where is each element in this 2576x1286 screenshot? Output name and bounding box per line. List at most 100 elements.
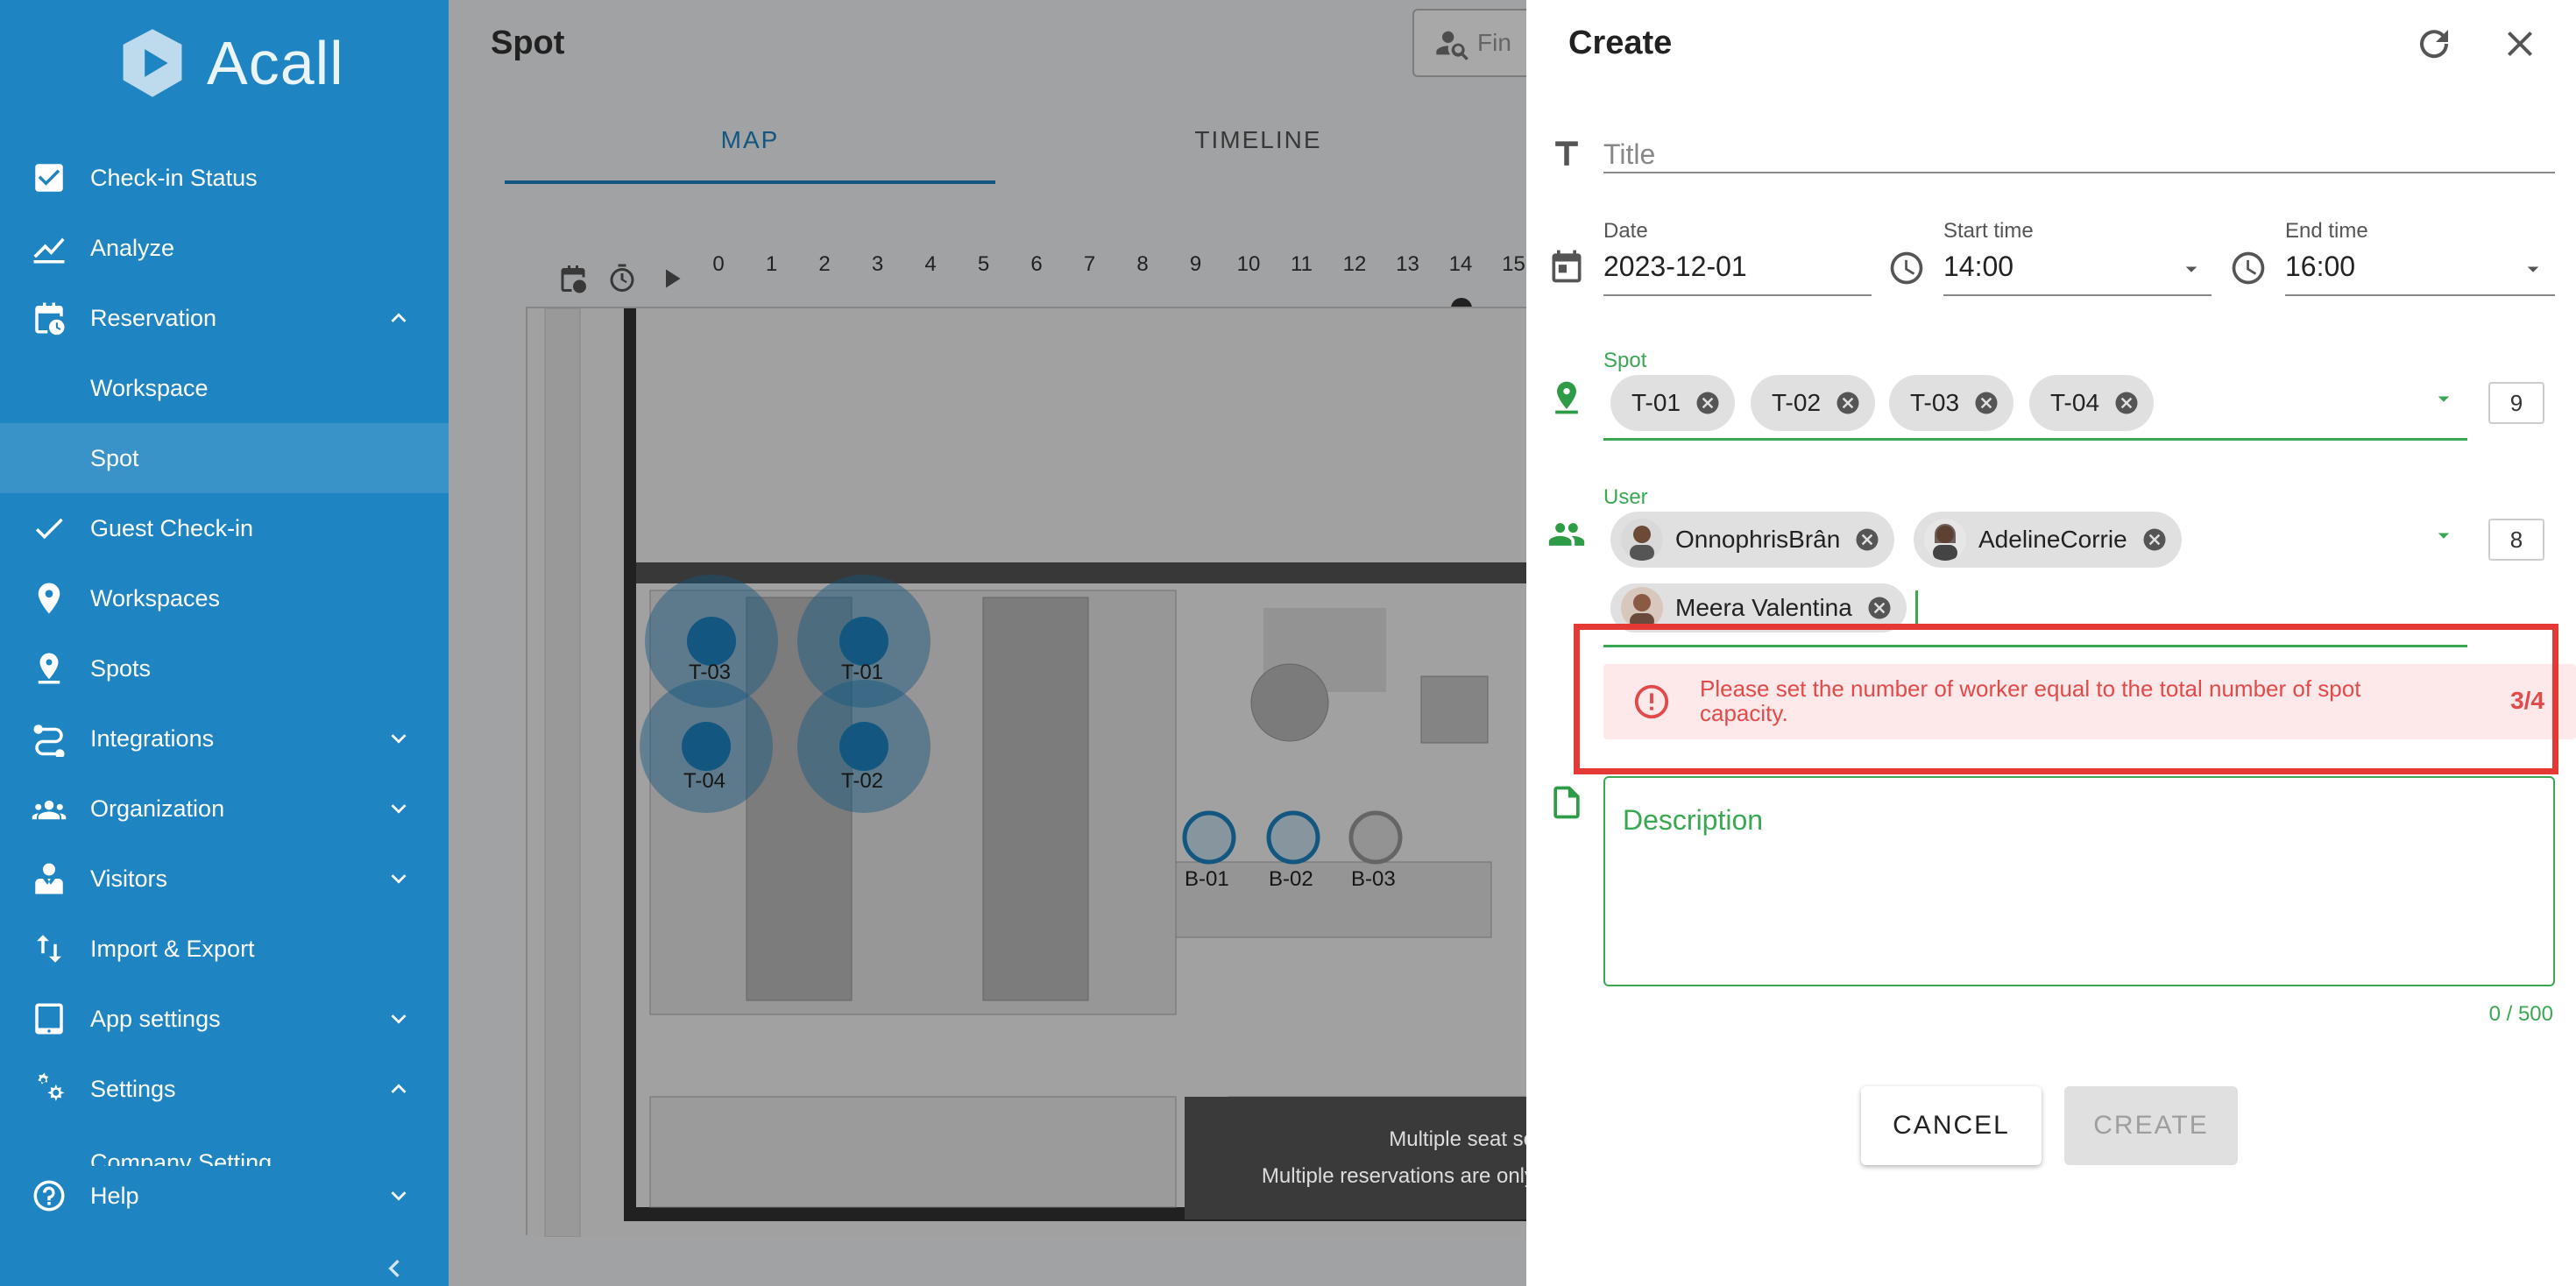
sidebar-item-check-in-status[interactable]: Check-in Status: [0, 143, 449, 213]
chip-label: T-02: [1772, 389, 1822, 416]
chevron-up-icon: [384, 303, 414, 333]
sidebar-item-company-setting[interactable]: Company Setting: [0, 1124, 449, 1166]
start-time-select[interactable]: 14:00: [1943, 251, 2013, 283]
visitor-icon: [30, 859, 68, 898]
user-chip[interactable]: AdelineCorrie: [1914, 512, 2182, 568]
spot-chip[interactable]: T-02: [1751, 375, 1876, 431]
description-textarea[interactable]: Description: [1603, 776, 2555, 986]
sidebar-item-reservation[interactable]: Reservation: [0, 283, 449, 353]
sidebar-item-label: Workspace: [90, 374, 209, 401]
highlight-frame: [1574, 624, 2558, 774]
sidebar-item-guest-check-in[interactable]: Guest Check-in: [0, 493, 449, 563]
chip-label: T-03: [1910, 389, 1960, 416]
sidebar-item-label: Organization: [90, 795, 225, 822]
remove-chip-icon[interactable]: [2141, 526, 2168, 553]
sidebar-item-spots[interactable]: Spots: [0, 633, 449, 703]
end-time-select[interactable]: 16:00: [2285, 251, 2355, 283]
sidebar-item-integrations[interactable]: Integrations: [0, 703, 449, 774]
clock-icon: [1887, 249, 1926, 287]
dropdown-arrow-icon[interactable]: [2431, 522, 2457, 548]
chevron-down-icon: [384, 724, 414, 753]
brand-name: Acall: [207, 29, 344, 97]
description-placeholder: Description: [1623, 804, 1764, 836]
remove-chip-icon[interactable]: [1695, 390, 1721, 416]
dropdown-arrow-icon[interactable]: [2178, 256, 2204, 282]
chip-label: T-01: [1631, 389, 1681, 416]
sidebar-item-label: Check-in Status: [90, 164, 258, 191]
sidebar-item-import-export[interactable]: Import & Export: [0, 914, 449, 984]
spot-chip[interactable]: T-01: [1610, 375, 1736, 431]
sidebar-item-app-settings[interactable]: App settings: [0, 984, 449, 1054]
remove-chip-icon[interactable]: [1973, 390, 1999, 416]
sidebar-item-analyze[interactable]: Analyze: [0, 213, 449, 283]
date-input[interactable]: 2023-12-01: [1603, 251, 1747, 283]
brand-logo[interactable]: Acall: [114, 23, 344, 103]
location-pin-icon: [30, 579, 68, 618]
title-input[interactable]: Title: [1603, 138, 1655, 171]
sidebar-item-label: Visitors: [90, 865, 168, 892]
date-label: Date: [1603, 219, 1648, 243]
sidebar-item-spot[interactable]: Spot: [0, 423, 449, 493]
sidebar-item-label: Settings: [90, 1075, 176, 1102]
sidebar-item-label: Spots: [90, 654, 152, 682]
sidebar-item-label: App settings: [90, 1005, 221, 1032]
info-toast: Multiple seat se Multiple reservations a…: [1185, 1097, 1535, 1219]
create-button[interactable]: CREATE: [2064, 1086, 2238, 1165]
close-button[interactable]: [2499, 23, 2541, 65]
spot-underline: [1603, 438, 2467, 441]
refresh-button[interactable]: [2413, 23, 2455, 65]
spot-chip[interactable]: T-03: [1889, 375, 2014, 431]
start-time-underline: [1943, 294, 2212, 296]
import-export-icon: [30, 929, 68, 968]
sidebar-item-label: Reservation: [90, 304, 217, 331]
sidebar-item-visitors[interactable]: Visitors: [0, 844, 449, 914]
chevron-down-icon: [384, 864, 414, 894]
sidebar: Acall Check-in Status Analyze Reservatio…: [0, 0, 449, 1286]
help-circle-icon: [30, 1176, 68, 1215]
sidebar-item-workspace[interactable]: Workspace: [0, 353, 449, 423]
people-icon: [1547, 515, 1586, 554]
user-chip[interactable]: OnnophrisBrân: [1610, 512, 1895, 568]
sidebar-item-label: Spot: [90, 444, 139, 471]
remove-chip-icon[interactable]: [1866, 595, 1893, 621]
close-icon: [2508, 32, 2532, 56]
modal-backdrop[interactable]: [449, 0, 1526, 1286]
collapse-sidebar-button[interactable]: [377, 1251, 412, 1286]
sidebar-item-settings[interactable]: Settings: [0, 1054, 449, 1124]
start-time-label: Start time: [1943, 219, 2034, 243]
toast-line: Multiple seat se: [1389, 1127, 1535, 1151]
people-icon: [30, 789, 68, 828]
spot-chip[interactable]: T-04: [2029, 375, 2155, 431]
chevron-down-icon: [384, 1181, 414, 1211]
remove-chip-icon[interactable]: [2113, 390, 2140, 416]
sidebar-item-workspaces[interactable]: Workspaces: [0, 563, 449, 633]
sidebar-item-organization[interactable]: Organization: [0, 774, 449, 844]
location-pin-outline-icon: [30, 649, 68, 688]
cancel-button[interactable]: CANCEL: [1861, 1086, 2042, 1165]
sidebar-item-label: Import & Export: [90, 935, 255, 962]
note-icon: [1547, 783, 1586, 822]
description-char-count: 0 / 500: [2488, 1002, 2553, 1026]
sidebar-item-label: Workspaces: [90, 584, 221, 611]
check-icon: [30, 509, 68, 548]
chevron-down-icon: [384, 794, 414, 823]
avatar: [1621, 519, 1663, 561]
sidebar-item-label: Help: [90, 1182, 139, 1209]
sidebar-item-help[interactable]: Help: [0, 1161, 449, 1231]
remove-chip-icon[interactable]: [1835, 390, 1861, 416]
dropdown-arrow-icon[interactable]: [2520, 256, 2546, 282]
remove-chip-icon[interactable]: [1854, 526, 1880, 553]
avatar: [1621, 587, 1663, 629]
date-underline: [1603, 294, 1872, 296]
dropdown-arrow-icon[interactable]: [2431, 385, 2457, 412]
chip-label: OnnophrisBrân: [1675, 526, 1841, 553]
sidebar-item-label: Guest Check-in: [90, 514, 254, 541]
panel-actions: [2413, 23, 2541, 65]
title-underline: [1603, 172, 2555, 173]
sidebar-item-label: Integrations: [90, 724, 215, 752]
toast-line: Multiple reservations are only: [1261, 1164, 1535, 1188]
chip-label: T-04: [2050, 389, 2100, 416]
panel-title: Create: [1568, 25, 1673, 61]
chip-label: Meera Valentina: [1675, 594, 1852, 621]
user-count: 8: [2488, 519, 2544, 561]
